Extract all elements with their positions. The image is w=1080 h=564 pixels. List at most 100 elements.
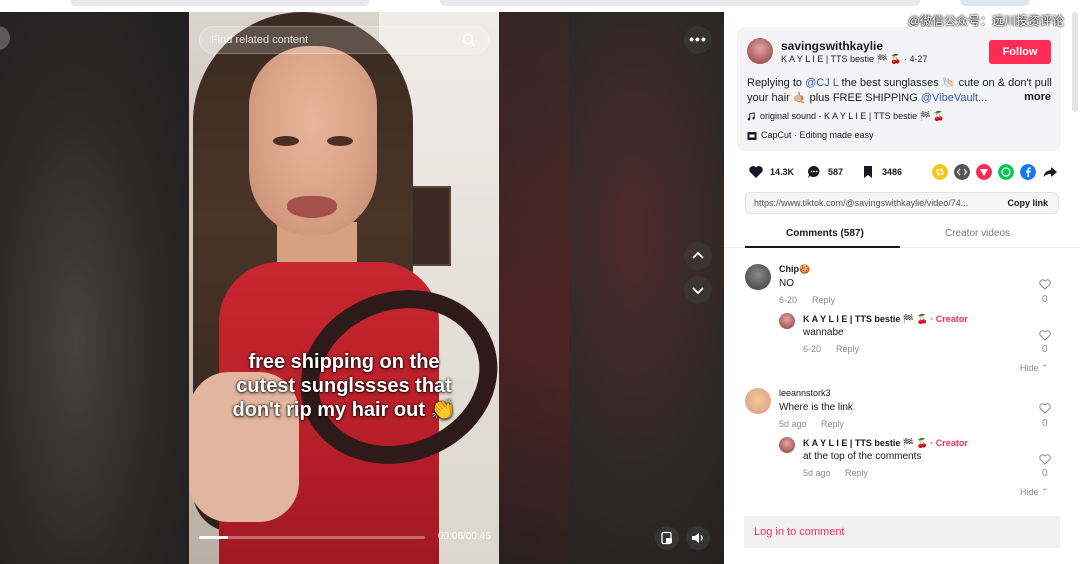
reply-text: at the top of the comments [803,451,922,462]
volume-icon [692,533,703,543]
video-player[interactable]: Find related content ••• free shipping o… [0,12,724,564]
volume-button[interactable] [686,526,710,550]
browser-top-strip [0,0,1080,12]
heart-outline-icon[interactable] [1039,279,1051,290]
capcut-icon [747,131,757,140]
comment-count: 587 [828,167,844,177]
commenter-avatar[interactable] [745,388,771,414]
app-root: Find related content ••• free shipping o… [0,0,1080,564]
caption-line: free shipping on the [248,351,440,373]
video-blur-background-left [0,12,189,564]
reply-text: wannabe [803,327,844,338]
reply-like-count: 0 [1042,468,1048,479]
comment-date: 6-20 [779,295,798,305]
creator-subline: K A Y L I E | TTS bestie 🏁 🍒 · 4-27 [781,54,928,64]
video-time: 00:06/00:45 [438,531,491,542]
reply-button[interactable]: Reply [836,344,859,354]
video-link-box[interactable]: https://www.tiktok.com/@savingswithkayli… [745,192,1059,214]
reply-avatar[interactable] [779,313,795,329]
next-video-button[interactable] [684,276,712,304]
post-description: Replying to @CJ L the best sunglasses 🐚 … [747,76,1053,106]
video-link-url[interactable]: https://www.tiktok.com/@savingswithkayli… [754,198,968,208]
post-date: 4-27 [909,54,928,64]
heart-outline-icon[interactable] [1039,330,1051,341]
details-panel: @微信公众号：远川投资评论 savingswithkaylie K A Y L … [724,12,1080,564]
reply-button[interactable]: Reply [845,468,868,478]
share-arrow-icon[interactable] [1042,164,1058,180]
creator-username[interactable]: savingswithkaylie [781,39,883,53]
heart-outline-icon[interactable] [1039,454,1051,465]
reply-like-count: 0 [1042,344,1048,355]
comment-text: Where is the link [779,402,853,413]
reply-button[interactable]: Reply [821,419,844,429]
save-button[interactable]: 3486 [860,164,902,180]
creator-avatar[interactable] [747,38,773,64]
top-pill-center [440,0,920,6]
reply-avatar[interactable] [779,437,795,453]
login-to-comment-bar[interactable]: Log in to comment [744,516,1060,548]
comment-like-count: 0 [1042,294,1048,305]
panel-tabs: Comments (587) Creator videos [724,224,1080,248]
creator-display-name: K A Y L I E | TTS bestie 🏁 🍒 [781,54,902,64]
hide-replies-button[interactable]: Hide ⌃ [1020,363,1049,374]
save-count: 3486 [882,167,903,177]
chevron-up-icon [692,251,704,259]
music-link[interactable]: original sound - K A Y L I E | TTS besti… [747,111,945,122]
comment-text: NO [779,278,794,289]
like-count: 14.3K [770,167,795,177]
commenter-name[interactable]: Chip🍪 [779,264,810,275]
comment-item: Chip🍪 NO 6-20 Reply 0 K A Y L I E | TTS … [745,264,1060,374]
follow-button[interactable]: Follow [989,40,1051,64]
embed-icon[interactable] [954,164,970,180]
reply-name[interactable]: K A Y L I E | TTS bestie 🏁 🍒 · Creator [803,314,968,325]
like-button[interactable]: 14.3K [748,164,794,180]
video-person-eye [327,136,353,146]
reply-author: K A Y L I E | TTS bestie 🏁 🍒 [803,314,928,324]
video-progress-fill [199,536,229,539]
reply-date: 5d ago [803,468,831,478]
facebook-icon[interactable] [1020,164,1036,180]
search-icon[interactable] [462,33,476,47]
floating-player-button[interactable] [655,526,679,550]
comment-date: 5d ago [779,419,807,429]
bookmark-icon [864,166,872,178]
capcut-label: CapCut · Editing made easy [761,130,874,140]
reply-author: K A Y L I E | TTS bestie 🏁 🍒 [803,438,928,448]
tab-creator-videos[interactable]: Creator videos [945,228,1010,239]
previous-video-button[interactable] [684,242,712,270]
reply-date: 6-20 [803,344,822,354]
music-note-icon [747,112,755,121]
whatsapp-icon[interactable] [998,164,1014,180]
video-caption: free shipping on the cutest sunglssses t… [189,350,499,422]
top-pill-right [960,0,1030,6]
search-placeholder: Find related content [211,34,309,46]
tab-underline [745,246,900,248]
copy-link-button[interactable]: Copy link [1007,198,1048,208]
hide-replies-button[interactable]: Hide ⌃ [1020,487,1049,498]
more-button[interactable]: more [1024,91,1051,103]
caption-line: cutest sunglssses that [236,375,452,397]
tab-comments[interactable]: Comments (587) [786,228,864,239]
comment-button[interactable]: 587 [806,164,843,180]
panel-scrollbar[interactable] [1072,12,1078,112]
desc-prefix: Replying to [747,77,806,89]
reply-button[interactable]: Reply [812,295,835,305]
login-to-comment-label[interactable]: Log in to comment [754,526,845,538]
reply-name[interactable]: K A Y L I E | TTS bestie 🏁 🍒 · Creator [803,438,968,449]
commenter-name[interactable]: leeannstork3 [779,388,831,398]
heart-outline-icon[interactable] [1039,403,1051,414]
video-frame[interactable] [189,12,499,564]
heart-icon [749,166,763,178]
related-content-search[interactable]: Find related content [199,26,489,54]
repost-icon[interactable] [932,164,948,180]
mention-link[interactable]: @CJ L [805,77,838,89]
commenter-avatar[interactable] [745,264,771,290]
capcut-link[interactable]: CapCut · Editing made easy [747,130,874,141]
video-person-face [249,46,377,236]
video-progress-bar[interactable] [199,536,425,539]
more-options-icon[interactable]: ••• [684,26,712,54]
mention-link[interactable]: @VibeVault [921,92,978,104]
send-icon[interactable] [976,164,992,180]
chevron-down-icon [692,287,704,295]
creator-badge: · Creator [930,438,968,448]
